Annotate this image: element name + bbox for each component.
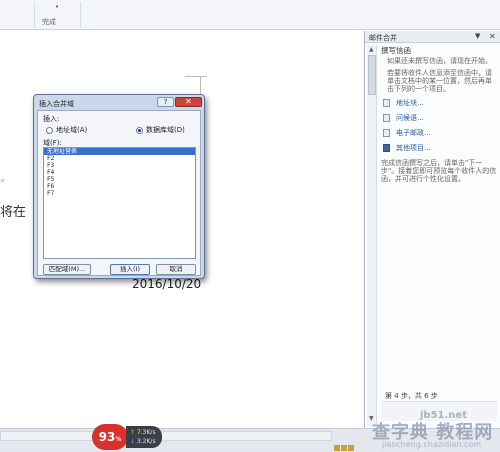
option-more-items[interactable]: 其他项目... bbox=[383, 142, 497, 153]
crosshair-cursor-icon bbox=[185, 76, 207, 77]
pane-instructions-text: 若要将收件人信息添至信函中，请单击文档中的某一位置，然后再单击下列的一个项目。 bbox=[387, 69, 492, 93]
horizontal-scrollbar[interactable] bbox=[0, 431, 332, 441]
document-text-fragment: 将在 bbox=[0, 205, 27, 220]
field-item[interactable]: F7 bbox=[44, 190, 195, 197]
document-icon bbox=[383, 128, 390, 137]
ribbon-separator bbox=[80, 2, 81, 28]
radio-indicator-selected bbox=[136, 126, 143, 134]
watermark-line-3: jiaocheng.chazidian.com bbox=[382, 440, 482, 449]
pane-close-icon[interactable]: ✕ bbox=[489, 32, 496, 41]
performance-badge[interactable]: 93% bbox=[92, 424, 128, 450]
help-button[interactable]: ? bbox=[157, 97, 174, 107]
ribbon-separator bbox=[34, 2, 35, 28]
match-fields-button[interactable]: 匹配域(M)... bbox=[43, 264, 91, 275]
dialog-content: 插入: 地址域(A) 数据库域(D) 域(F): 无地址营表 F2 F3 F4 … bbox=[37, 110, 201, 276]
network-speed-widget: ↑ 7.3K/s ↓ 3.2K/s bbox=[126, 426, 162, 448]
option-electronic-postage[interactable]: 电子邮政... bbox=[383, 127, 497, 138]
scroll-thumb[interactable] bbox=[368, 55, 376, 95]
field-item[interactable]: F4 bbox=[44, 169, 195, 176]
pane-dropdown-icon[interactable]: ▼ bbox=[475, 32, 480, 40]
field-item[interactable]: F6 bbox=[44, 183, 195, 190]
document-date: 2016/10/20 bbox=[132, 277, 202, 291]
option-greeting-line[interactable]: 问候语... bbox=[383, 112, 497, 123]
close-button[interactable]: ✕ bbox=[175, 97, 202, 107]
mail-merge-task-pane: 邮件合并 ▼ ✕ ▲ ▼ 撰写信函 如果还未撰写信函，请现在开始。 若要将收件人… bbox=[364, 31, 500, 428]
radio-indicator bbox=[46, 126, 53, 134]
document-icon bbox=[383, 98, 390, 107]
pane-intro-text: 如果还未撰写信函，请现在开始。 bbox=[387, 57, 492, 65]
view-icon[interactable] bbox=[334, 445, 340, 451]
option-address-block[interactable]: 地址块... bbox=[383, 97, 497, 108]
radio-label: 地址域(A) bbox=[56, 126, 88, 134]
scroll-up-arrow-icon[interactable]: ▲ bbox=[369, 46, 374, 53]
view-icon[interactable] bbox=[341, 445, 347, 451]
upload-arrow-icon: ↑ bbox=[130, 429, 136, 436]
perf-unit: % bbox=[115, 436, 122, 443]
cancel-button[interactable]: 取消 bbox=[156, 264, 196, 275]
pane-section-heading: 撰写信函 bbox=[381, 46, 411, 55]
fields-listbox[interactable]: 无地址营表 F2 F3 F4 F5 F6 F7 bbox=[43, 147, 196, 259]
ribbon-group-label-finish: 完成 bbox=[42, 18, 56, 26]
field-item-selected[interactable]: 无地址营表 bbox=[44, 148, 195, 155]
radio-label: 数据库域(D) bbox=[146, 126, 185, 134]
ribbon-dropdown-dot-icon[interactable]: • bbox=[55, 3, 59, 11]
ribbon: • 完成 bbox=[0, 0, 500, 30]
option-label: 地址块... bbox=[396, 98, 424, 107]
radio-address-fields[interactable]: 地址域(A) bbox=[46, 125, 87, 135]
view-buttons[interactable] bbox=[334, 444, 362, 452]
download-speed: 3.2K/s bbox=[136, 438, 156, 445]
pane-completion-text: 完成信函撰写之后，请单击"下一步"。接着您即可预览每个收件人的信函，并可进行个性… bbox=[381, 159, 497, 183]
pane-header: 邮件合并 ▼ ✕ bbox=[365, 31, 500, 43]
insert-merge-field-dialog: 插入合并域 ? ✕ 插入: 地址域(A) 数据库域(D) 域(F): 无地址营表… bbox=[33, 94, 205, 279]
grid-icon bbox=[383, 143, 390, 152]
document-bullet: ◦ bbox=[0, 177, 6, 187]
download-arrow-icon: ↓ bbox=[130, 438, 136, 445]
radio-database-fields[interactable]: 数据库域(D) bbox=[136, 125, 185, 135]
view-icon[interactable] bbox=[348, 445, 354, 451]
pane-body: 撰写信函 如果还未撰写信函，请现在开始。 若要将收件人信息添至信函中，请单击文档… bbox=[381, 47, 497, 187]
insert-section-label: 插入: bbox=[43, 115, 60, 123]
document-icon bbox=[383, 113, 390, 122]
pane-step-text: 第 4 步，共 6 步 bbox=[385, 392, 438, 400]
field-item[interactable]: F5 bbox=[44, 176, 195, 183]
option-label: 电子邮政... bbox=[396, 128, 431, 137]
field-item[interactable]: F2 bbox=[44, 155, 195, 162]
option-label: 问候语... bbox=[396, 113, 424, 122]
upload-speed: 7.3K/s bbox=[136, 429, 156, 436]
perf-percent: 93 bbox=[98, 430, 116, 444]
pane-title: 邮件合并 bbox=[369, 34, 397, 42]
insert-button[interactable]: 插入(I) bbox=[110, 264, 150, 275]
pane-scrollbar[interactable]: ▲ ▼ bbox=[367, 45, 377, 426]
option-label: 其他项目... bbox=[396, 143, 431, 152]
field-item[interactable]: F3 bbox=[44, 162, 195, 169]
dialog-title: 插入合并域 bbox=[39, 100, 74, 108]
